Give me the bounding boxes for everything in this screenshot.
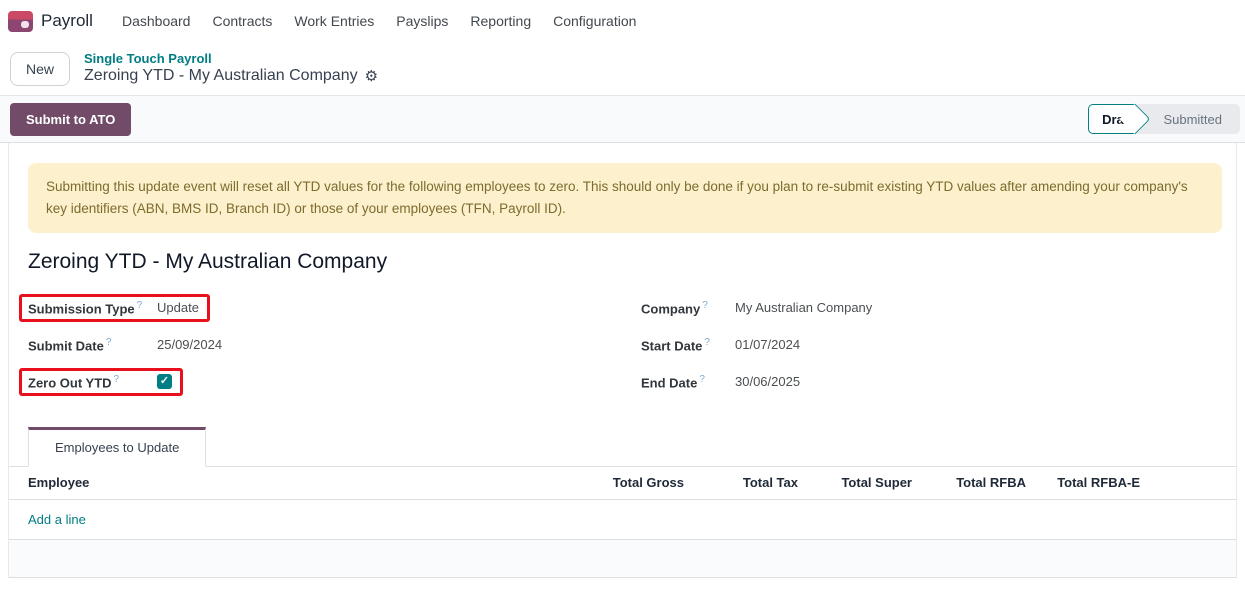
- form-sheet: Submitting this update event will reset …: [8, 143, 1237, 578]
- breadcrumb-current: Zeroing YTD - My Australian Company: [84, 67, 358, 85]
- main-menu: Dashboard Contracts Work Entries Payslip…: [111, 7, 647, 35]
- nav-payslips[interactable]: Payslips: [385, 7, 459, 35]
- company-label: Company: [641, 301, 700, 316]
- end-date-value[interactable]: 30/06/2025: [735, 374, 800, 389]
- add-line-row: Add a line: [9, 500, 1236, 540]
- status-step-draft[interactable]: Draft: [1088, 104, 1135, 134]
- annotation-box-submission-type: Submission Type? Update: [19, 294, 210, 322]
- add-a-line-link[interactable]: Add a line: [28, 512, 86, 527]
- end-date-label: End Date: [641, 375, 697, 390]
- status-step-submitted-label: Submitted: [1163, 112, 1222, 127]
- form-fields: Submission Type? Update Submit Date? 25/…: [28, 292, 1222, 403]
- notebook: Employees to Update Employee Total Gross…: [9, 427, 1236, 579]
- zero-out-ytd-checkbox[interactable]: [157, 374, 172, 389]
- status-step-submitted[interactable]: Submitted: [1135, 104, 1240, 134]
- nav-work-entries[interactable]: Work Entries: [283, 7, 385, 35]
- start-date-value[interactable]: 01/07/2024: [735, 337, 800, 352]
- column-total-gross: Total Gross: [570, 467, 684, 500]
- help-icon: ?: [704, 337, 710, 348]
- submit-date-label: Submit Date: [28, 338, 104, 353]
- help-icon: ?: [702, 300, 708, 311]
- company-value[interactable]: My Australian Company: [735, 300, 872, 315]
- help-icon: ?: [137, 300, 143, 311]
- submission-type-label: Submission Type: [28, 301, 135, 316]
- breadcrumb: New Single Touch Payroll Zeroing YTD - M…: [0, 42, 1245, 95]
- help-icon: ?: [106, 337, 112, 348]
- zero-out-ytd-label: Zero Out YTD: [28, 375, 112, 390]
- column-total-tax: Total Tax: [684, 467, 798, 500]
- breadcrumb-text: Single Touch Payroll Zeroing YTD - My Au…: [84, 51, 378, 85]
- top-navbar: Payroll Dashboard Contracts Work Entries…: [0, 0, 1245, 42]
- column-employee: Employee: [9, 467, 570, 500]
- app-brand[interactable]: Payroll: [8, 11, 93, 32]
- column-spacer: [1140, 467, 1236, 500]
- new-button[interactable]: New: [10, 52, 70, 86]
- statusbar: Draft Submitted: [1088, 104, 1240, 134]
- app-title: Payroll: [41, 11, 93, 31]
- start-date-label: Start Date: [641, 338, 702, 353]
- nav-reporting[interactable]: Reporting: [459, 7, 542, 35]
- warning-alert: Submitting this update event will reset …: [28, 163, 1222, 233]
- list-footer: [9, 540, 1236, 578]
- help-icon: ?: [699, 374, 705, 385]
- breadcrumb-parent-link[interactable]: Single Touch Payroll: [84, 51, 378, 66]
- status-step-draft-label: Draft: [1102, 112, 1132, 127]
- gear-icon[interactable]: [365, 69, 378, 84]
- tab-bar: Employees to Update: [9, 427, 1236, 467]
- employees-table: Employee Total Gross Total Tax Total Sup…: [9, 467, 1236, 541]
- column-total-rfba-e: Total RFBA-E: [1026, 467, 1140, 500]
- payroll-app-icon[interactable]: [8, 11, 33, 32]
- tab-employees-to-update[interactable]: Employees to Update: [28, 427, 206, 467]
- submit-to-ato-button[interactable]: Submit to ATO: [10, 103, 131, 136]
- nav-contracts[interactable]: Contracts: [201, 7, 283, 35]
- table-header-row: Employee Total Gross Total Tax Total Sup…: [9, 467, 1236, 500]
- column-total-super: Total Super: [798, 467, 912, 500]
- help-icon: ?: [114, 374, 120, 385]
- submission-type-value[interactable]: Update: [157, 300, 199, 315]
- nav-configuration[interactable]: Configuration: [542, 7, 647, 35]
- submit-date-value[interactable]: 25/09/2024: [157, 337, 222, 352]
- annotation-box-zero-out-ytd: Zero Out YTD?: [19, 368, 183, 396]
- control-panel: Submit to ATO Draft Submitted: [0, 95, 1245, 143]
- nav-dashboard[interactable]: Dashboard: [111, 7, 202, 35]
- column-total-rfba: Total RFBA: [912, 467, 1026, 500]
- page-title: Zeroing YTD - My Australian Company: [28, 250, 1222, 274]
